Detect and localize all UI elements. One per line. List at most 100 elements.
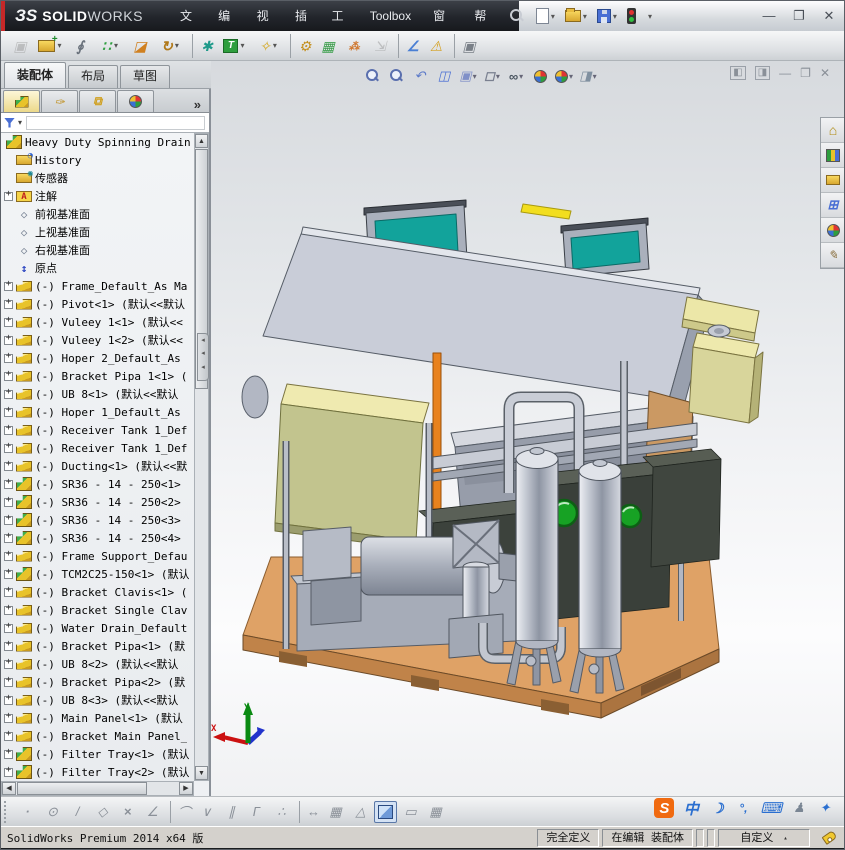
ime-button[interactable] (654, 798, 674, 818)
quick-icon[interactable] (562, 8, 590, 24)
scroll-left-arrow[interactable]: ◀ (2, 782, 16, 795)
assembly-3d-model[interactable]: Y X (211, 61, 845, 796)
filter-input[interactable] (26, 116, 205, 130)
tag-icon[interactable] (822, 830, 838, 845)
expand-toggle[interactable] (4, 750, 13, 759)
toolbar-button[interactable] (34, 34, 66, 58)
expand-toggle[interactable] (4, 660, 13, 669)
panel-tab[interactable] (41, 90, 78, 112)
task-pane-button[interactable] (821, 193, 845, 218)
snap-toolbar-button[interactable] (91, 801, 114, 823)
ime-button[interactable] (790, 798, 808, 818)
quick-icon[interactable] (643, 10, 655, 23)
scroll-right-arrow[interactable]: ▶ (179, 782, 193, 795)
tree-item[interactable]: 注解 (1, 187, 194, 205)
panel-expand-button[interactable]: » (194, 97, 201, 112)
doc-window-button[interactable]: ❐ (800, 67, 811, 79)
expand-toggle[interactable] (4, 192, 13, 201)
headsup-button[interactable] (505, 65, 527, 87)
tree-item[interactable]: 原点 (1, 259, 194, 277)
tree-item[interactable]: (-) Receiver Tank 1_Def (1, 421, 194, 439)
component-hopper[interactable] (275, 384, 429, 549)
expand-toggle[interactable] (4, 498, 13, 507)
tree-item[interactable]: (-) SR36 - 14 - 250<3> (1, 511, 194, 529)
tree-item[interactable]: (-) SR36 - 14 - 250<1> (1, 475, 194, 493)
snap-toolbar-button[interactable] (41, 801, 64, 823)
menu-item[interactable]: 窗口(W) (422, 1, 463, 31)
tree-item[interactable]: (-) UB 8<2> (默认<<默认 (1, 655, 194, 673)
menu-item[interactable]: 插入(I) (284, 1, 321, 31)
toolbar-button[interactable] (218, 34, 250, 58)
snap-toolbar-button[interactable] (170, 801, 193, 823)
headsup-button[interactable] (481, 65, 503, 87)
doc-window-button[interactable]: ◧ (730, 66, 745, 80)
tree-item[interactable]: (-) Frame_Default_As Ma (1, 277, 194, 295)
toolbar-button[interactable] (454, 34, 478, 58)
snap-toolbar-button[interactable] (299, 801, 322, 823)
window-button[interactable]: — (760, 8, 778, 24)
menu-item[interactable]: 工具(T) (321, 1, 359, 31)
toolbar-button[interactable] (398, 34, 422, 58)
snap-toolbar-button[interactable] (270, 801, 293, 823)
tree-item[interactable]: (-) SR36 - 14 - 250<2> (1, 493, 194, 511)
headsup-button[interactable] (409, 65, 431, 87)
expand-toggle[interactable] (4, 372, 13, 381)
expand-toggle[interactable] (4, 462, 13, 471)
panel-tab[interactable] (3, 90, 40, 112)
snap-toolbar-button[interactable] (374, 801, 397, 823)
snap-toolbar-button[interactable] (195, 801, 218, 823)
headsup-button[interactable] (433, 65, 455, 87)
ribbon-tab[interactable]: 草图 (120, 65, 170, 88)
snap-toolbar-button[interactable] (424, 801, 447, 823)
tree-item[interactable]: (-) UB 8<3> (默认<<默认 (1, 691, 194, 709)
ime-button[interactable] (682, 798, 700, 818)
tree-item[interactable]: (-) Ducting<1> (默认<<默 (1, 457, 194, 475)
toolbar-button[interactable] (368, 34, 392, 58)
toolbar-button[interactable] (192, 34, 216, 58)
headsup-button[interactable] (361, 65, 383, 87)
tree-item[interactable]: (-) Hoper 2_Default_As (1, 349, 194, 367)
quick-icon[interactable] (594, 7, 620, 25)
quick-icon[interactable] (624, 6, 639, 26)
toolbar-drag-handle[interactable] (4, 801, 10, 823)
expand-toggle[interactable] (4, 696, 13, 705)
tree-item[interactable]: (-) Main Panel<1> (默认 (1, 709, 194, 727)
toolbar-button[interactable] (316, 34, 340, 58)
headsup-button[interactable] (553, 65, 575, 87)
expand-toggle[interactable] (4, 642, 13, 651)
filter-funnel-icon[interactable] (4, 118, 15, 128)
expand-toggle[interactable] (4, 606, 13, 615)
task-pane-button[interactable] (821, 243, 845, 268)
ime-button[interactable] (734, 798, 752, 818)
expand-toggle[interactable] (4, 408, 13, 417)
ime-button[interactable] (760, 798, 782, 818)
status-custom-dropdown[interactable]: 自定义▴ (718, 829, 810, 847)
toolbar-button[interactable] (342, 34, 366, 58)
tree-item[interactable]: 传感器 (1, 169, 194, 187)
scroll-up-arrow[interactable]: ▲ (195, 134, 208, 148)
expand-toggle[interactable] (4, 588, 13, 597)
tree-item[interactable]: (-) Bracket Single Clav (1, 601, 194, 619)
task-pane-button[interactable] (821, 218, 845, 243)
snap-toolbar-button[interactable] (141, 801, 164, 823)
tree-item[interactable]: (-) Frame Support_Defau (1, 547, 194, 565)
tree-item[interactable]: History (1, 151, 194, 169)
tree-item[interactable]: 前视基准面 (1, 205, 194, 223)
tree-item[interactable]: (-) Receiver Tank 1_Def (1, 439, 194, 457)
expand-toggle[interactable] (4, 714, 13, 723)
tree-horizontal-scrollbar[interactable]: ◀ ▶ (1, 781, 194, 796)
snap-toolbar-button[interactable] (349, 801, 372, 823)
headsup-button[interactable] (385, 65, 407, 87)
tree-item[interactable]: (-) Bracket Pipa<2> (默 (1, 673, 194, 691)
scroll-thumb-horizontal[interactable] (17, 782, 147, 795)
snap-toolbar-button[interactable] (245, 801, 268, 823)
snap-toolbar-button[interactable] (66, 801, 89, 823)
expand-toggle[interactable] (4, 390, 13, 399)
snap-toolbar-button[interactable] (324, 801, 347, 823)
toolbar-button[interactable] (128, 34, 152, 58)
window-button[interactable]: ✕ (820, 8, 838, 24)
tree-item[interactable]: (-) Vuleey 1<1> (默认<< (1, 313, 194, 331)
model-root[interactable]: Y X (211, 200, 763, 743)
expand-toggle[interactable] (4, 516, 13, 525)
filter-caret-icon[interactable]: ▾ (18, 118, 22, 127)
